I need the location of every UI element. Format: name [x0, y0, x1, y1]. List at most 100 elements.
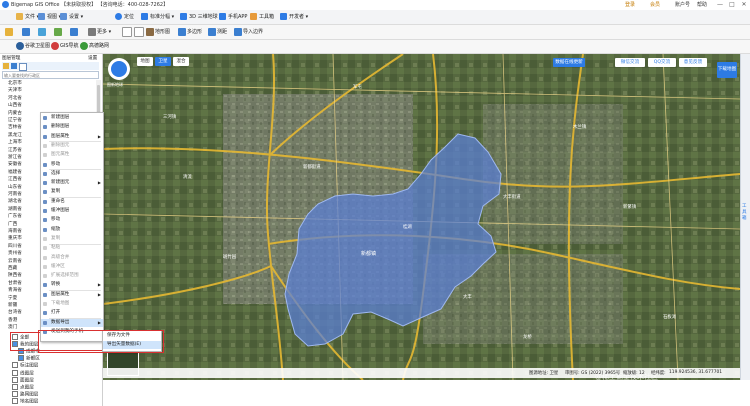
tool-image[interactable]: [54, 27, 63, 37]
region-list-item[interactable]: 海南省: [8, 228, 22, 235]
tab-map[interactable]: 地图: [137, 57, 153, 66]
layer-checkbox[interactable]: [18, 355, 24, 362]
tool-import-boundary[interactable]: 导入边界: [234, 27, 263, 37]
region-list-item[interactable]: 广西: [8, 221, 17, 228]
region-list-item[interactable]: 浙江省: [8, 154, 22, 161]
menu-view[interactable]: 视图 ▾: [38, 12, 61, 22]
region-list-item[interactable]: 黑龙江: [8, 132, 22, 139]
tool-terrain[interactable]: 地形图: [146, 27, 170, 37]
context-menu-item[interactable]: 删除图层: [41, 123, 103, 131]
qq-contact-button[interactable]: QQ交流: [648, 58, 676, 67]
region-list-item[interactable]: 湖北省: [8, 198, 22, 205]
layer-tree-item[interactable]: 地名图层: [12, 397, 38, 405]
context-menu-item[interactable]: 复制: [41, 188, 103, 196]
region-list-item[interactable]: 辽宁省: [8, 117, 22, 124]
region-list-item[interactable]: 宁夏: [8, 295, 17, 302]
layer-panel-settings[interactable]: 设置: [88, 55, 97, 61]
context-menu-item[interactable]: 选择: [41, 170, 103, 178]
zoom-out-button[interactable]: [134, 27, 145, 37]
context-menu-item[interactable]: 新建图层: [41, 114, 103, 122]
region-list-item[interactable]: 新疆: [8, 302, 17, 309]
context-menu-item[interactable]: 移动: [41, 161, 103, 169]
right-toolbox-strip[interactable]: 工具箱: [740, 54, 750, 380]
layer-checkbox[interactable]: [12, 397, 18, 404]
region-list-item[interactable]: 北京市: [8, 80, 22, 87]
close-button[interactable]: ✕: [739, 0, 749, 10]
menu-settings[interactable]: 设置 ▾: [60, 12, 83, 22]
menu-3d-globe[interactable]: 3D 三维地球: [180, 12, 218, 22]
region-list-item[interactable]: 重庆市: [8, 235, 22, 242]
layer-checkbox[interactable]: [12, 369, 18, 376]
region-list-item[interactable]: 四川省: [8, 243, 22, 250]
context-menu-item[interactable]: 重命名: [41, 198, 103, 206]
region-list-item[interactable]: 甘肃省: [8, 280, 22, 287]
region-list-item[interactable]: 澳门: [8, 324, 17, 331]
zoom-in-button[interactable]: [122, 27, 133, 37]
region-list-item[interactable]: 山西省: [8, 102, 22, 109]
maximize-button[interactable]: □: [727, 0, 737, 10]
region-list-item[interactable]: 江苏省: [8, 147, 22, 154]
open-file-icon[interactable]: [3, 63, 9, 69]
region-list-item[interactable]: 河北省: [8, 95, 22, 102]
context-menu-item[interactable]: 移动: [41, 216, 103, 224]
add-layer-icon[interactable]: [11, 63, 17, 69]
context-menu-item[interactable]: 转换 ▶: [41, 281, 103, 289]
region-list-item[interactable]: 福建省: [8, 169, 22, 176]
region-list-item[interactable]: 青海省: [8, 287, 22, 294]
tool-measure[interactable]: 测距: [208, 27, 227, 37]
tool-polygon[interactable]: 多边形: [178, 27, 202, 37]
bookmark-gis-nav[interactable]: GIS导航: [51, 41, 79, 51]
layer-checkbox[interactable]: [12, 376, 18, 383]
region-list-item[interactable]: 台湾省: [8, 309, 22, 316]
tab-hybrid[interactable]: 混合: [173, 57, 189, 66]
map-canvas[interactable]: [103, 54, 740, 380]
menu-mobile-app[interactable]: 手机APP: [219, 12, 247, 22]
tool-open-folder[interactable]: [5, 27, 14, 37]
layer-tree-item[interactable]: 线图层: [12, 369, 34, 377]
tool-download[interactable]: [70, 27, 79, 37]
region-list-item[interactable]: 贵州省: [8, 250, 22, 257]
region-list-item[interactable]: 上海市: [8, 139, 22, 146]
layer-tree-item[interactable]: 面图层: [12, 376, 34, 384]
context-menu-item[interactable]: 新建图元 ▶: [41, 179, 103, 187]
menu-developer[interactable]: 开发者 ▾: [280, 12, 308, 22]
menu-standard-grid[interactable]: 标准分幅 ▾: [141, 12, 174, 22]
region-list-item[interactable]: 山东省: [8, 184, 22, 191]
tab-satellite[interactable]: 卫星: [155, 57, 171, 66]
region-list-item[interactable]: 香港: [8, 317, 17, 324]
region-list-item[interactable]: 西藏: [8, 265, 17, 272]
region-list-item[interactable]: 河南省: [8, 191, 22, 198]
tool-more[interactable]: 更多 ▾: [88, 27, 111, 37]
tool-map[interactable]: [38, 27, 47, 37]
menu-toolbox[interactable]: 工具箱: [250, 12, 274, 22]
region-list-item[interactable]: 云南省: [8, 258, 22, 265]
layer-checkbox[interactable]: [12, 383, 18, 390]
member-label[interactable]: 会员: [650, 1, 660, 8]
minimize-button[interactable]: —: [715, 0, 725, 10]
region-list-item[interactable]: 内蒙古: [8, 110, 22, 117]
layer-tree-item[interactable]: 点图层: [12, 383, 34, 391]
layer-tree-item[interactable]: 新都区: [18, 355, 40, 362]
context-menu-item[interactable]: 缩放: [41, 226, 103, 234]
region-list-item[interactable]: 广东省: [8, 213, 22, 220]
layer-tree-item[interactable]: 路网图层: [12, 390, 38, 398]
menu-locate[interactable]: 定位: [115, 12, 134, 22]
wechat-contact-button[interactable]: 微信交流: [615, 58, 645, 67]
user-login-label[interactable]: 登录: [625, 1, 635, 8]
bookmark-google-satellite[interactable]: 谷歌卫星图: [16, 41, 50, 51]
search-layer-icon[interactable]: [19, 63, 27, 71]
layer-checkbox[interactable]: [12, 362, 18, 369]
context-menu-item[interactable]: 数据导出 ▶: [41, 318, 103, 327]
account-label[interactable]: 账户号: [675, 1, 690, 8]
context-menu-item[interactable]: 缓冲图层: [41, 207, 103, 215]
region-list-item[interactable]: 江西省: [8, 176, 22, 183]
region-search-input[interactable]: [2, 71, 99, 79]
feedback-button[interactable]: 意见反馈: [679, 58, 707, 67]
layer-checkbox[interactable]: [12, 390, 18, 397]
menu-file[interactable]: 文件 ▾: [16, 12, 39, 22]
toolbox-side-label[interactable]: 工具箱: [742, 204, 749, 222]
context-menu-item[interactable]: 打开: [41, 309, 103, 317]
region-list-item[interactable]: 吉林省: [8, 124, 22, 131]
layer-tree-item[interactable]: 标注图层: [12, 362, 38, 369]
region-list-item[interactable]: 陕西省: [8, 272, 22, 279]
